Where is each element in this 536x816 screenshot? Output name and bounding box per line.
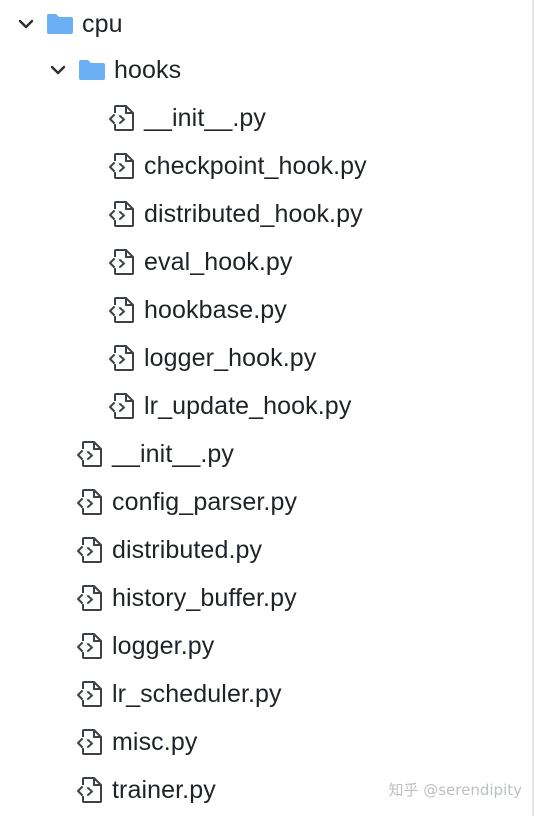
tree-file[interactable]: __init__.py	[0, 94, 266, 142]
tree-file[interactable]: lr_update_hook.py	[0, 382, 351, 430]
tree-file-label: config_parser.py	[112, 487, 298, 516]
tree-folder-cpu[interactable]: cpu	[0, 0, 123, 48]
chevron-down-icon[interactable]	[48, 60, 68, 80]
panel-right-border	[532, 0, 534, 816]
tree-file[interactable]: history_buffer.py	[0, 574, 297, 622]
python-file-icon	[109, 345, 134, 371]
tree-file-label: distributed_hook.py	[144, 199, 363, 228]
tree-file-label: trainer.py	[112, 775, 216, 804]
tree-file[interactable]: misc.py	[0, 718, 197, 766]
tree-file[interactable]: logger.py	[0, 622, 214, 670]
tree-file-label: distributed.py	[112, 535, 263, 564]
tree-file[interactable]: distributed.py	[0, 526, 262, 574]
tree-file-label: eval_hook.py	[144, 247, 293, 276]
python-file-icon	[109, 393, 134, 419]
tree-file[interactable]: eval_hook.py	[0, 238, 293, 286]
tree-file-label: lr_scheduler.py	[112, 679, 282, 708]
tree-file[interactable]: trainer.py	[0, 766, 216, 814]
folder-icon	[47, 14, 73, 34]
python-file-icon	[109, 105, 134, 131]
tree-file[interactable]: distributed_hook.py	[0, 190, 363, 238]
tree-folder-hooks[interactable]: hooks	[0, 46, 181, 94]
watermark: 知乎 @serendipity	[388, 781, 522, 799]
python-file-icon	[77, 777, 102, 803]
python-file-icon	[77, 681, 102, 707]
tree-file[interactable]: logger_hook.py	[0, 334, 316, 382]
folder-icon	[79, 60, 105, 80]
chevron-down-icon[interactable]	[16, 14, 36, 34]
tree-file[interactable]: hookbase.py	[0, 286, 287, 334]
tree-file-label: lr_update_hook.py	[144, 391, 352, 420]
python-file-icon	[77, 585, 102, 611]
tree-file[interactable]: checkpoint_hook.py	[0, 142, 367, 190]
python-file-icon	[77, 537, 102, 563]
tree-folder-label: hooks	[114, 55, 182, 84]
tree-file-label: misc.py	[112, 727, 198, 756]
python-file-icon	[109, 297, 134, 323]
tree-file-label: __init__.py	[144, 103, 267, 132]
tree-file-label: history_buffer.py	[112, 583, 297, 612]
python-file-icon	[77, 441, 102, 467]
tree-folder-label: cpu	[82, 9, 123, 38]
python-file-icon	[77, 489, 102, 515]
python-file-icon	[77, 729, 102, 755]
python-file-icon	[109, 201, 134, 227]
tree-file-label: hookbase.py	[144, 295, 287, 324]
tree-file-label: checkpoint_hook.py	[144, 151, 367, 180]
tree-file-label: __init__.py	[112, 439, 235, 468]
tree-file-label: logger.py	[112, 631, 215, 660]
python-file-icon	[109, 153, 134, 179]
tree-file-label: logger_hook.py	[144, 343, 317, 372]
tree-file[interactable]: lr_scheduler.py	[0, 670, 282, 718]
tree-file[interactable]: config_parser.py	[0, 478, 297, 526]
python-file-icon	[77, 633, 102, 659]
python-file-icon	[109, 249, 134, 275]
tree-file[interactable]: __init__.py	[0, 430, 234, 478]
